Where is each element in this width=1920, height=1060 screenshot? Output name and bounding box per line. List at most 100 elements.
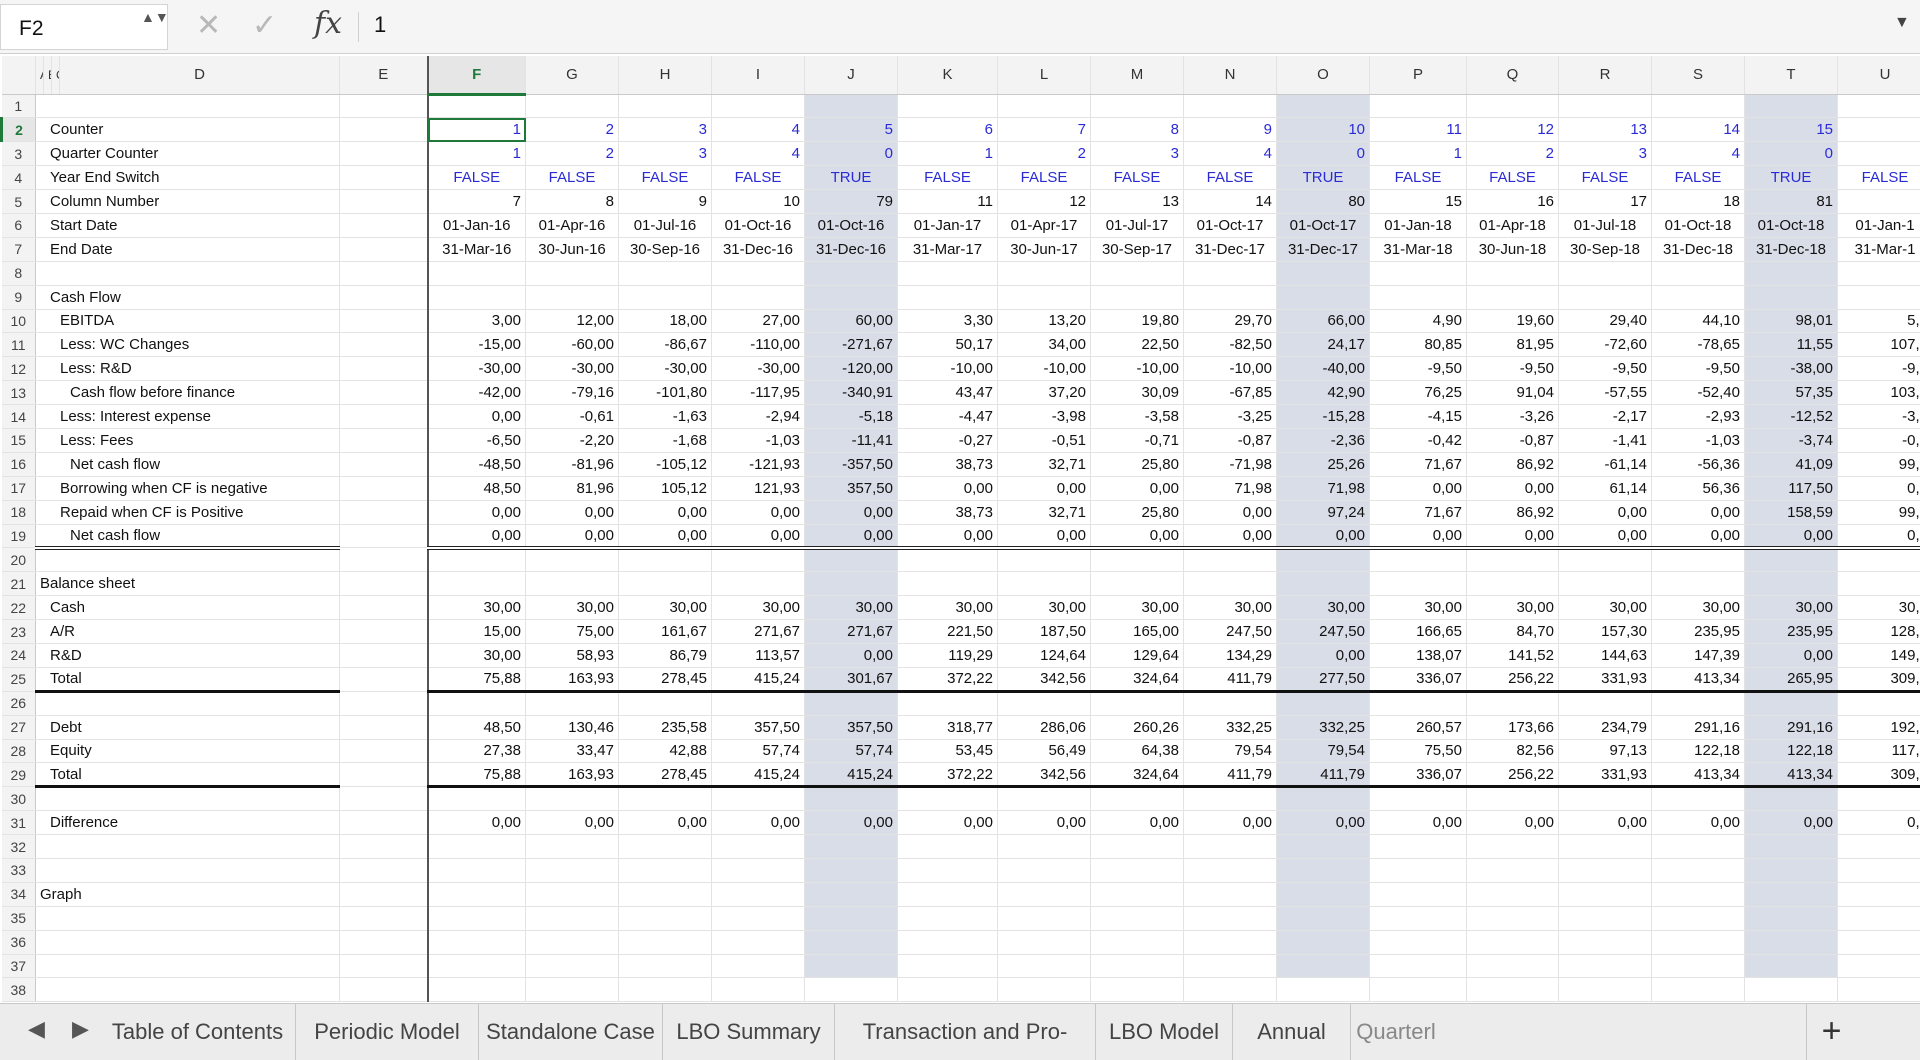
cell-o25[interactable]: 277,50 <box>1276 666 1370 693</box>
cell-p18[interactable]: 71,67 <box>1369 500 1467 525</box>
cell-q38[interactable] <box>1466 977 1559 1003</box>
row-label[interactable]: Cash <box>35 595 340 621</box>
add-sheet-button[interactable]: + <box>1806 1004 1856 1060</box>
cell-q30[interactable] <box>1466 786 1559 812</box>
cell-l22[interactable]: 30,00 <box>997 595 1091 621</box>
row-label[interactable] <box>35 94 340 119</box>
cell-r4[interactable]: FALSE <box>1558 165 1652 191</box>
cell-t32[interactable] <box>1744 834 1838 859</box>
cell-k38[interactable] <box>897 977 998 1003</box>
cell-h3[interactable]: 3 <box>618 141 712 167</box>
cell-l7[interactable]: 30-Jun-17 <box>997 237 1091 262</box>
cell-e[interactable] <box>339 882 429 907</box>
cell-n32[interactable] <box>1183 834 1277 859</box>
cell-p25[interactable]: 336,07 <box>1369 666 1467 693</box>
row-label[interactable]: Total <box>35 762 340 789</box>
row-label[interactable] <box>35 906 340 931</box>
cell-n36[interactable] <box>1183 930 1277 955</box>
sheet-tab-transaction-and-pro-forma[interactable]: Transaction and Pro-forma <box>835 1004 1096 1060</box>
cell-r35[interactable] <box>1558 906 1652 931</box>
cell-i33[interactable] <box>711 858 805 883</box>
cell-u1[interactable] <box>1837 94 1920 119</box>
cell-e[interactable] <box>339 524 429 549</box>
cell-o10[interactable]: 66,00 <box>1276 309 1370 334</box>
cell-l33[interactable] <box>997 858 1091 883</box>
cell-g11[interactable]: -60,00 <box>525 332 619 358</box>
row-header-7[interactable]: 7 <box>1 237 36 262</box>
cell-s19[interactable]: 0,00 <box>1651 523 1745 550</box>
cell-f6[interactable]: 01-Jan-16 <box>427 213 526 238</box>
cell-f10[interactable]: 3,00 <box>427 309 526 334</box>
row-label[interactable]: Net cash flow <box>35 451 340 477</box>
cell-i38[interactable] <box>711 977 805 1003</box>
cell-s29[interactable]: 413,34 <box>1651 762 1745 789</box>
cell-g14[interactable]: -0,61 <box>525 404 619 429</box>
cell-p6[interactable]: 01-Jan-18 <box>1369 213 1467 238</box>
cell-s28[interactable]: 122,18 <box>1651 739 1745 764</box>
cell-h5[interactable]: 9 <box>618 189 712 214</box>
prev-sheet-icon[interactable]: ◀ <box>28 1016 45 1042</box>
cell-m21[interactable] <box>1090 571 1184 597</box>
cell-g12[interactable]: -30,00 <box>525 356 619 382</box>
row-header-19[interactable]: 19 <box>1 524 36 549</box>
cell-r21[interactable] <box>1558 571 1652 597</box>
cell-i29[interactable]: 415,24 <box>711 762 805 789</box>
cell-i1[interactable] <box>711 94 805 119</box>
row-header-8[interactable]: 8 <box>1 261 36 286</box>
cell-i32[interactable] <box>711 834 805 859</box>
cell-p13[interactable]: 76,25 <box>1369 380 1467 406</box>
cell-h11[interactable]: -86,67 <box>618 332 712 358</box>
cell-m11[interactable]: 22,50 <box>1090 332 1184 358</box>
cell-n5[interactable]: 14 <box>1183 189 1277 214</box>
cell-f38[interactable] <box>427 977 526 1003</box>
cell-g38[interactable] <box>525 977 619 1003</box>
cell-q13[interactable]: 91,04 <box>1466 380 1559 406</box>
cell-t1[interactable] <box>1744 94 1838 119</box>
row-label[interactable]: Less: R&D <box>35 356 340 382</box>
sheet-tab-standalone-case[interactable]: Standalone Case <box>479 1004 663 1060</box>
cell-t38[interactable] <box>1744 977 1838 1003</box>
cell-u5[interactable]: 1 <box>1837 189 1920 214</box>
cell-q6[interactable]: 01-Apr-18 <box>1466 213 1559 238</box>
cell-h33[interactable] <box>618 858 712 883</box>
spreadsheet-grid[interactable]: ABCDEFGHIJKLMNOPQRSTU12Counter1234567891… <box>0 56 1920 1003</box>
cell-q27[interactable]: 173,66 <box>1466 715 1559 740</box>
cell-i34[interactable] <box>711 882 805 907</box>
cell-o33[interactable] <box>1276 858 1370 883</box>
cancel-icon[interactable]: ✕ <box>196 8 221 43</box>
cell-r14[interactable]: -2,17 <box>1558 404 1652 429</box>
cell-h37[interactable] <box>618 954 712 979</box>
cell-h27[interactable]: 235,58 <box>618 715 712 740</box>
cell-q14[interactable]: -3,26 <box>1466 404 1559 429</box>
cell-f33[interactable] <box>427 858 526 883</box>
cell-o7[interactable]: 31-Dec-17 <box>1276 237 1370 262</box>
cell-e[interactable] <box>339 834 429 859</box>
cell-m26[interactable] <box>1090 691 1184 716</box>
cell-u36[interactable] <box>1837 930 1920 955</box>
cell-t12[interactable]: -38,00 <box>1744 356 1838 382</box>
cell-l16[interactable]: 32,71 <box>997 451 1091 477</box>
row-header-20[interactable]: 20 <box>1 547 36 573</box>
cell-f36[interactable] <box>427 930 526 955</box>
cell-p26[interactable] <box>1369 691 1467 716</box>
cell-t4[interactable]: TRUE <box>1744 165 1838 191</box>
cell-t7[interactable]: 31-Dec-18 <box>1744 237 1838 262</box>
cell-p34[interactable] <box>1369 882 1467 907</box>
cell-q16[interactable]: 86,92 <box>1466 451 1559 477</box>
cell-o28[interactable]: 79,54 <box>1276 739 1370 764</box>
cell-e[interactable] <box>339 404 429 429</box>
row-header-37[interactable]: 37 <box>1 954 36 979</box>
cell-i13[interactable]: -117,95 <box>711 380 805 406</box>
cell-e[interactable] <box>339 356 429 382</box>
column-header-m[interactable]: M <box>1090 56 1184 95</box>
cell-q5[interactable]: 16 <box>1466 189 1559 214</box>
row-header-31[interactable]: 31 <box>1 810 36 836</box>
cell-j17[interactable]: 357,50 <box>804 476 898 501</box>
cell-m32[interactable] <box>1090 834 1184 859</box>
cell-q23[interactable]: 84,70 <box>1466 619 1559 644</box>
cell-i16[interactable]: -121,93 <box>711 451 805 477</box>
row-header-5[interactable]: 5 <box>1 189 36 214</box>
cell-q9[interactable] <box>1466 285 1559 310</box>
cell-p22[interactable]: 30,00 <box>1369 595 1467 621</box>
cell-l38[interactable] <box>997 977 1091 1003</box>
